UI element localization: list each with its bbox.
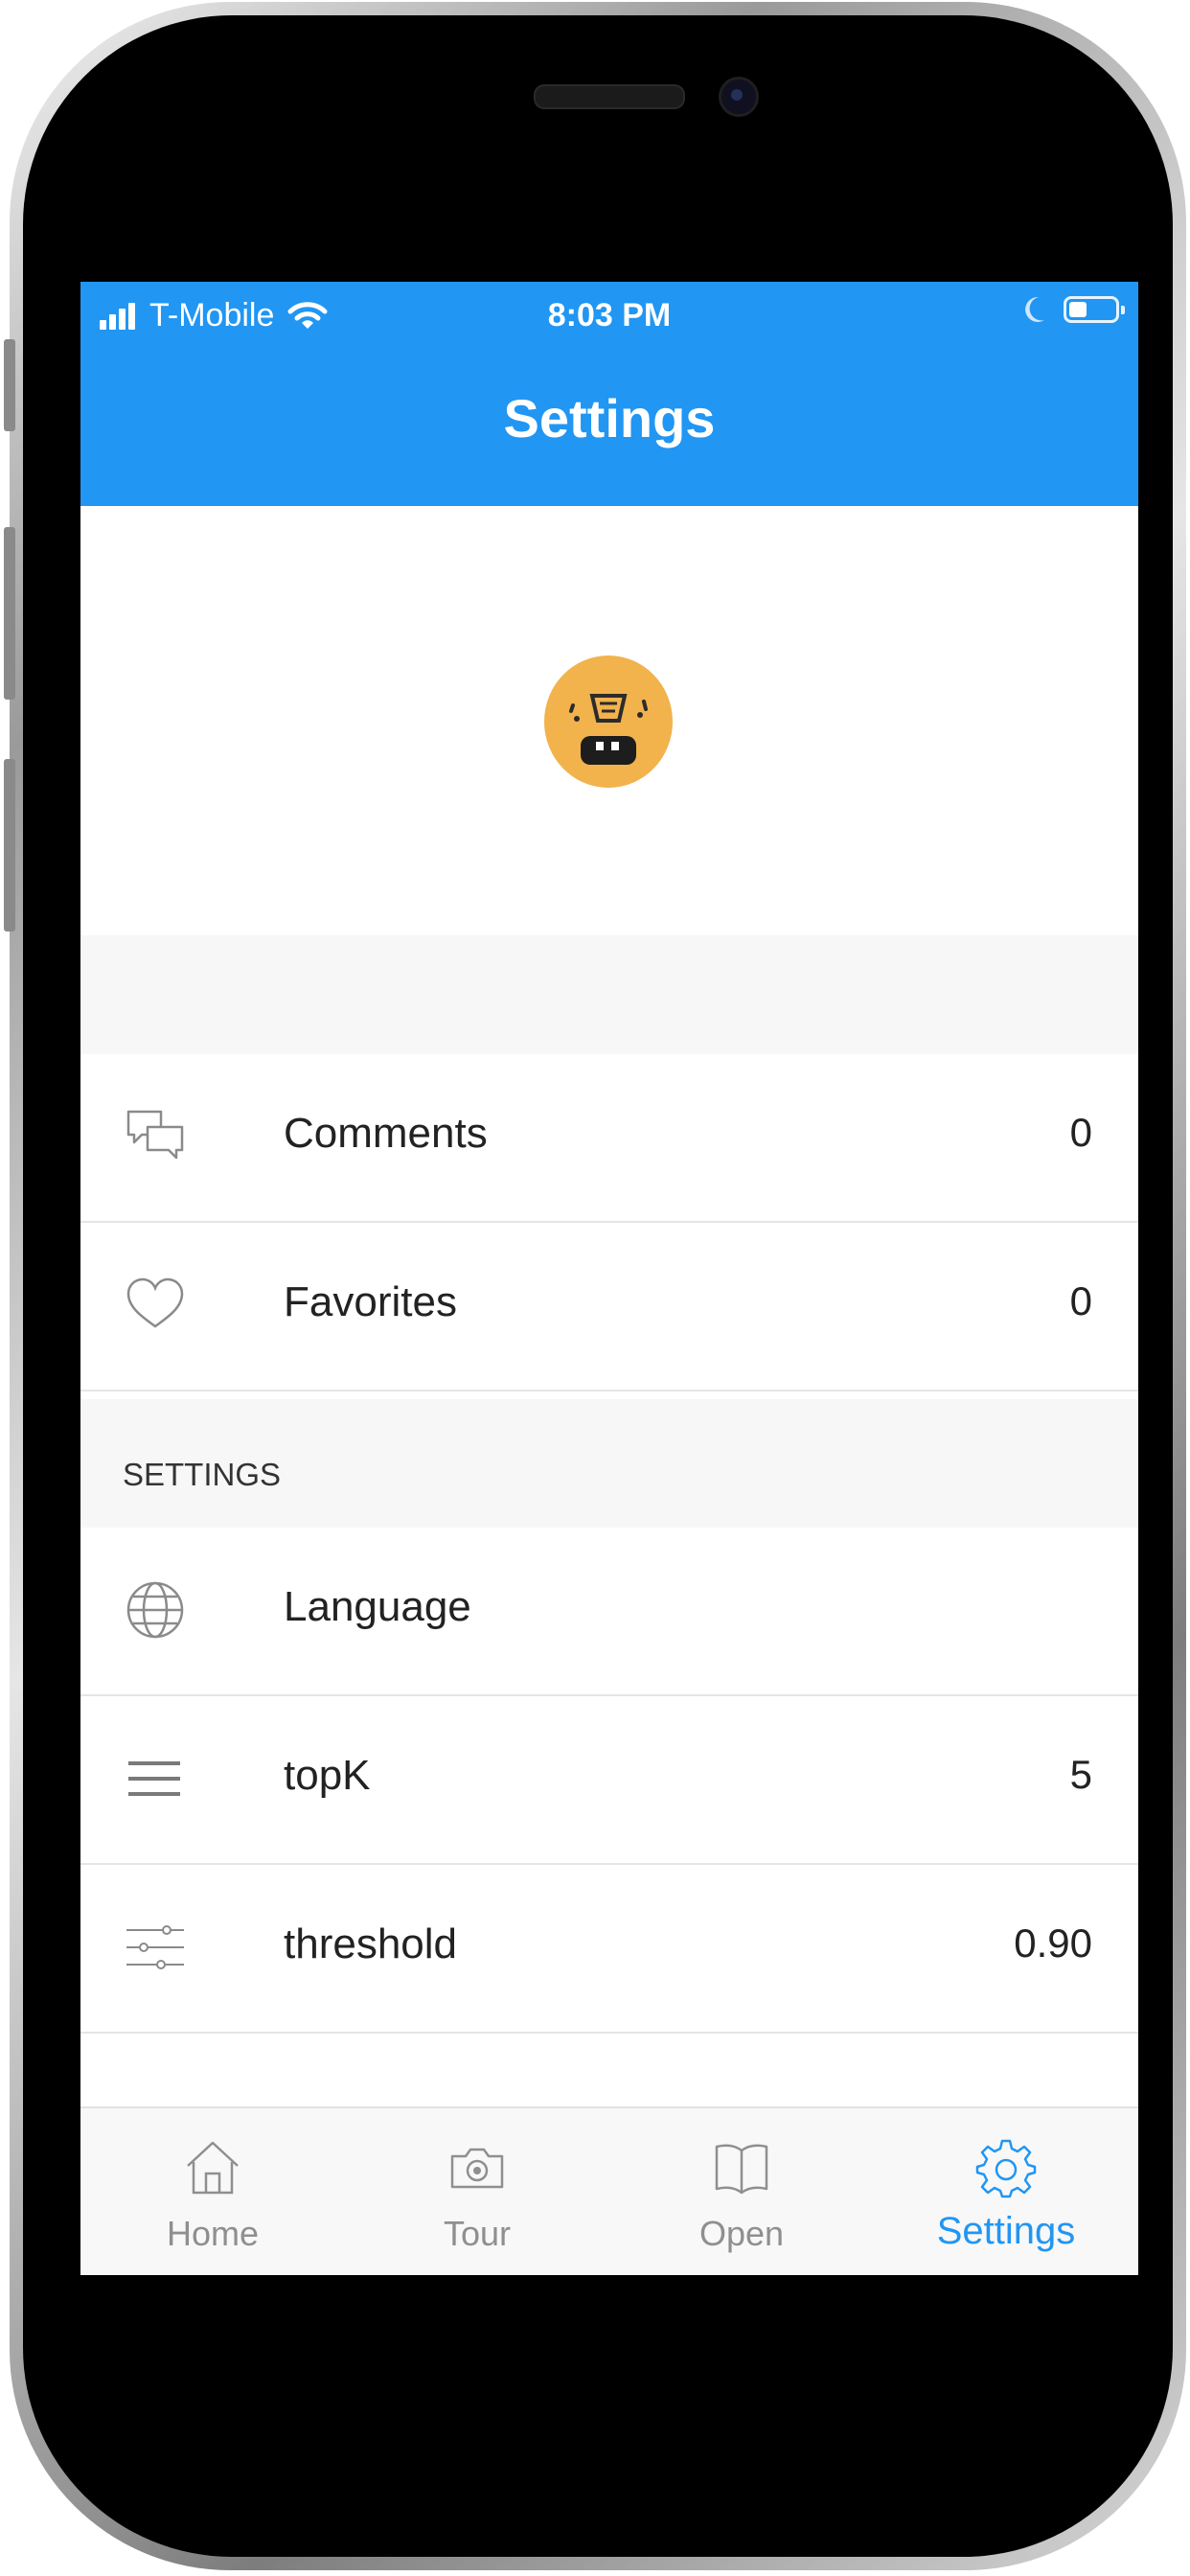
topk-value: 5 bbox=[1069, 1752, 1092, 1797]
tab-tour[interactable]: Tour bbox=[345, 2108, 609, 2275]
threshold-value: 0.90 bbox=[1014, 1920, 1092, 1966]
list-icon bbox=[128, 1761, 180, 1796]
sliders-icon bbox=[126, 1925, 184, 1969]
volume-up-button bbox=[4, 527, 15, 700]
earpiece-speaker bbox=[534, 84, 685, 109]
moon-icon bbox=[1025, 296, 1044, 322]
tab-open[interactable]: Open bbox=[609, 2108, 874, 2275]
threshold-row[interactable]: threshold 0.90 bbox=[80, 1865, 1138, 2034]
globe-icon bbox=[126, 1581, 184, 1639]
avatar-face-icon bbox=[569, 694, 648, 765]
status-right bbox=[1021, 295, 1125, 324]
comments-icon bbox=[126, 1110, 184, 1160]
favorites-label: Favorites bbox=[284, 1278, 457, 1325]
page-title: Settings bbox=[503, 388, 716, 448]
language-row[interactable]: Language bbox=[80, 1528, 1138, 1696]
mute-switch bbox=[4, 339, 15, 431]
tab-home[interactable]: Home bbox=[80, 2108, 345, 2275]
app-screen: T-Mobile 8:03 PM Settings Comments 0 Fav… bbox=[80, 282, 1138, 2275]
favorites-count: 0 bbox=[1069, 1278, 1092, 1323]
tab-settings[interactable]: Settings bbox=[874, 2108, 1138, 2275]
tab-open-label: Open bbox=[698, 2214, 785, 2253]
front-camera bbox=[719, 77, 759, 117]
topk-label: topK bbox=[284, 1752, 371, 1799]
status-bar: T-Mobile 8:03 PM bbox=[80, 282, 1138, 358]
heart-icon bbox=[126, 1277, 184, 1328]
comments-row[interactable]: Comments 0 bbox=[80, 1054, 1138, 1223]
settings-section-header: SETTINGS bbox=[80, 1399, 1138, 1528]
navigation-bar: Settings bbox=[80, 358, 1138, 506]
comments-label: Comments bbox=[284, 1110, 488, 1157]
profile-section bbox=[80, 506, 1138, 935]
status-time: 8:03 PM bbox=[547, 297, 672, 334]
section-title: SETTINGS bbox=[123, 1457, 282, 1492]
home-icon bbox=[187, 2141, 239, 2195]
section-spacer bbox=[80, 935, 1138, 1054]
avatar[interactable] bbox=[544, 656, 673, 788]
camera-icon bbox=[450, 2148, 504, 2189]
tab-bar: Home Tour Open Settings bbox=[80, 2106, 1138, 2275]
comments-count: 0 bbox=[1069, 1110, 1092, 1155]
language-label: Language bbox=[284, 1583, 471, 1630]
tab-home-label: Home bbox=[166, 2214, 260, 2253]
topk-row[interactable]: topK 5 bbox=[80, 1696, 1138, 1865]
tab-settings-label: Settings bbox=[936, 2210, 1076, 2252]
gear-icon bbox=[975, 2139, 1037, 2198]
battery-icon bbox=[1064, 296, 1125, 323]
book-icon bbox=[715, 2144, 768, 2195]
threshold-label: threshold bbox=[284, 1920, 458, 1967]
volume-down-button bbox=[4, 759, 15, 932]
favorites-row[interactable]: Favorites 0 bbox=[80, 1223, 1138, 1392]
tab-tour-label: Tour bbox=[443, 2214, 512, 2253]
